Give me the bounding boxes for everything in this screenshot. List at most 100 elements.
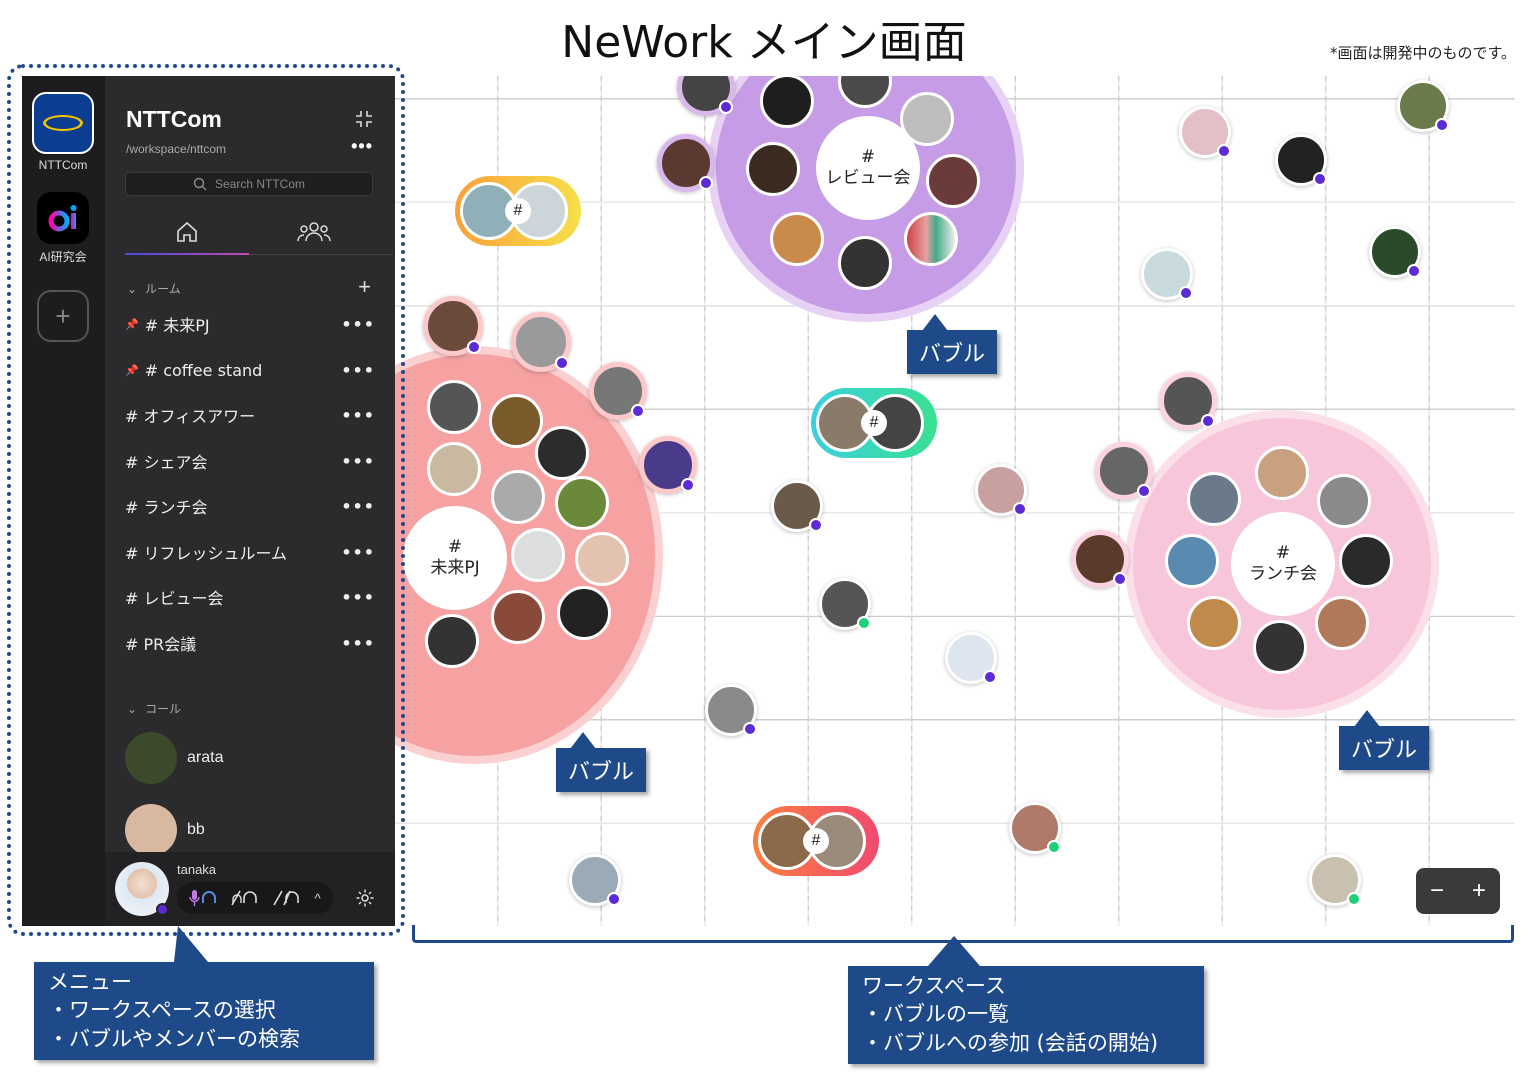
member-avatar[interactable]: [535, 426, 589, 480]
member-avatar[interactable]: [1187, 596, 1241, 650]
bubble-pair[interactable]: #: [753, 806, 879, 876]
member-avatar[interactable]: [423, 296, 483, 356]
member-avatar[interactable]: [491, 470, 545, 524]
member-avatar[interactable]: [904, 212, 958, 266]
room-item[interactable]: # レビュー会 •••: [125, 582, 375, 612]
workspace-canvas[interactable]: # レビュー会 # 未来PJ # ランチ会 # # #: [395, 76, 1515, 926]
member-avatar[interactable]: [1317, 474, 1371, 528]
room-menu-icon[interactable]: •••: [341, 406, 375, 425]
member-avatar[interactable]: [1315, 596, 1369, 650]
member-avatar[interactable]: [1253, 620, 1307, 674]
member-avatar[interactable]: [1309, 854, 1361, 906]
member-avatar[interactable]: [427, 380, 481, 434]
member-avatar[interactable]: [975, 464, 1027, 516]
add-room-button[interactable]: +: [358, 274, 371, 300]
bubble-lunch-label: # ランチ会: [1231, 512, 1335, 616]
audio-controls: ^: [177, 882, 333, 914]
search-input[interactable]: Search NTTCom: [125, 172, 373, 196]
call-item[interactable]: arata: [125, 731, 375, 785]
rail-item-nttcom[interactable]: NTTCom: [32, 92, 94, 172]
user-name: tanaka: [177, 862, 217, 877]
room-item[interactable]: 📌 # coffee stand •••: [125, 355, 375, 385]
member-avatar[interactable]: [589, 362, 647, 420]
microphone-icon[interactable]: [189, 889, 217, 907]
member-avatar[interactable]: [1141, 248, 1193, 300]
room-item[interactable]: # シェア会 •••: [125, 446, 375, 476]
pin-icon: 📌: [125, 317, 139, 331]
member-avatar[interactable]: [657, 134, 715, 192]
bubble-lunch[interactable]: # ランチ会: [1125, 410, 1439, 718]
member-avatar[interactable]: [771, 480, 823, 532]
room-menu-icon[interactable]: •••: [341, 634, 375, 653]
workspace-path: /workspace/nttcom: [126, 142, 227, 156]
zoom-out-button[interactable]: −: [1430, 877, 1444, 905]
bubble-review[interactable]: # レビュー会: [708, 76, 1024, 322]
room-item[interactable]: # ランチ会 •••: [125, 491, 375, 521]
member-avatar[interactable]: [1095, 442, 1153, 500]
room-menu-icon[interactable]: •••: [341, 361, 375, 380]
bubble-pair[interactable]: #: [455, 176, 581, 246]
room-menu-icon[interactable]: •••: [341, 315, 375, 334]
gear-icon[interactable]: [355, 888, 375, 908]
member-avatar[interactable]: [1339, 534, 1393, 588]
member-avatar[interactable]: [1397, 80, 1449, 132]
member-avatar[interactable]: [760, 76, 814, 128]
add-workspace-button[interactable]: +: [32, 290, 94, 346]
member-avatar[interactable]: [770, 212, 824, 266]
member-avatar[interactable]: [900, 92, 954, 146]
member-avatar[interactable]: [1159, 372, 1217, 430]
member-avatar[interactable]: [639, 436, 697, 494]
member-avatar[interactable]: [819, 578, 871, 630]
zoom-in-button[interactable]: +: [1472, 877, 1486, 905]
member-avatar[interactable]: [1071, 530, 1129, 588]
room-menu-icon[interactable]: •••: [341, 497, 375, 516]
member-avatar[interactable]: [489, 394, 543, 448]
calls-section-header[interactable]: ⌄ コール: [127, 700, 181, 717]
chevron-up-icon[interactable]: ^: [315, 891, 321, 906]
collapse-icon[interactable]: [355, 110, 373, 128]
member-avatar[interactable]: [1165, 534, 1219, 588]
workspace-menu-icon[interactable]: •••: [351, 136, 373, 157]
member-avatar[interactable]: [425, 614, 479, 668]
user-avatar[interactable]: [115, 862, 169, 916]
room-item[interactable]: # オフィスアワー •••: [125, 400, 375, 430]
bubble-pair[interactable]: #: [811, 388, 937, 458]
page-title: NeWork メイン画面: [561, 17, 967, 68]
callout-bubble-lunch: バブル: [1339, 726, 1430, 770]
headphone-muted-icon[interactable]: [230, 889, 260, 907]
ai-logo-icon: [37, 192, 89, 244]
member-avatar[interactable]: [1187, 472, 1241, 526]
home-icon[interactable]: [174, 219, 200, 245]
member-avatar[interactable]: [945, 632, 997, 684]
room-item[interactable]: # リフレッシュルーム •••: [125, 537, 375, 567]
rail-item-ai[interactable]: AI研究会: [32, 192, 94, 265]
member-avatar[interactable]: [1369, 226, 1421, 278]
member-avatar[interactable]: [1255, 446, 1309, 500]
member-avatar[interactable]: [557, 586, 611, 640]
room-menu-icon[interactable]: •••: [341, 452, 375, 471]
member-avatar[interactable]: [569, 854, 621, 906]
member-avatar[interactable]: [491, 590, 545, 644]
member-avatar[interactable]: [511, 528, 565, 582]
speaker-muted-icon[interactable]: [272, 889, 302, 907]
room-item[interactable]: 📌 # 未来PJ •••: [125, 309, 375, 339]
active-tab-indicator: [125, 253, 249, 255]
member-avatar[interactable]: [1179, 106, 1231, 158]
room-menu-icon[interactable]: •••: [341, 543, 375, 562]
member-avatar[interactable]: [1275, 134, 1327, 186]
room-item[interactable]: # PR会議 •••: [125, 628, 375, 658]
member-avatar[interactable]: [427, 442, 481, 496]
member-avatar[interactable]: [555, 476, 609, 530]
member-avatar[interactable]: [838, 236, 892, 290]
call-item[interactable]: bb: [125, 803, 375, 857]
member-avatar[interactable]: [1009, 802, 1061, 854]
member-avatar[interactable]: [746, 142, 800, 196]
member-avatar[interactable]: [705, 684, 757, 736]
members-icon[interactable]: [297, 219, 331, 245]
member-avatar[interactable]: [926, 154, 980, 208]
member-avatar[interactable]: [511, 312, 571, 372]
member-avatar[interactable]: [677, 76, 735, 116]
room-menu-icon[interactable]: •••: [341, 588, 375, 607]
rooms-section-header[interactable]: ⌄ ルーム: [127, 280, 181, 297]
member-avatar[interactable]: [575, 532, 629, 586]
